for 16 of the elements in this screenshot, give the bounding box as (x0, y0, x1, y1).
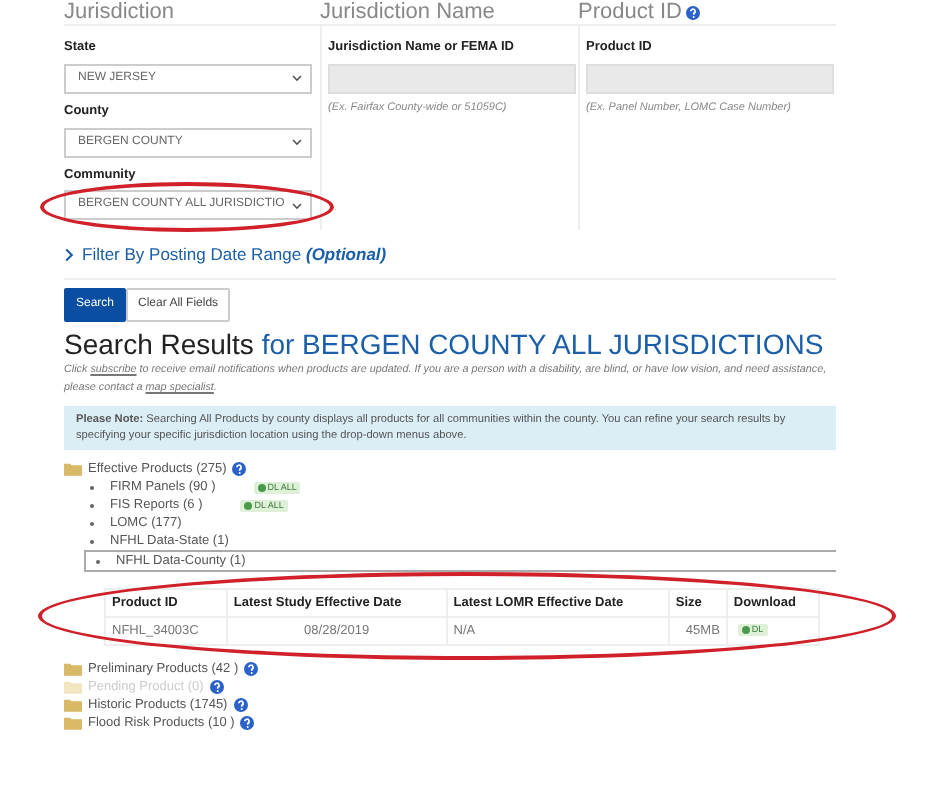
panel-heading: Jurisdiction (64, 0, 175, 24)
help-icon[interactable] (232, 462, 247, 476)
results-title: Search Results for BERGEN COUNTY ALL JURISDICTIONS (64, 328, 826, 362)
caret-icon (292, 201, 302, 210)
help-icon[interactable] (240, 716, 255, 730)
help-icon[interactable] (233, 698, 248, 712)
help-icon[interactable] (244, 662, 259, 676)
caret-icon (292, 138, 302, 146)
input-field[interactable] (328, 63, 576, 94)
filter-toggle[interactable]: Filter By Posting Date Range (Optional) (82, 242, 387, 268)
help-icon[interactable] (685, 5, 700, 19)
caret-icon (292, 74, 302, 83)
folder-icon (64, 462, 82, 476)
panel-heading: Jurisdiction Name (320, 0, 495, 24)
input-field[interactable] (586, 63, 834, 94)
panel-heading: Product ID (578, 0, 682, 24)
